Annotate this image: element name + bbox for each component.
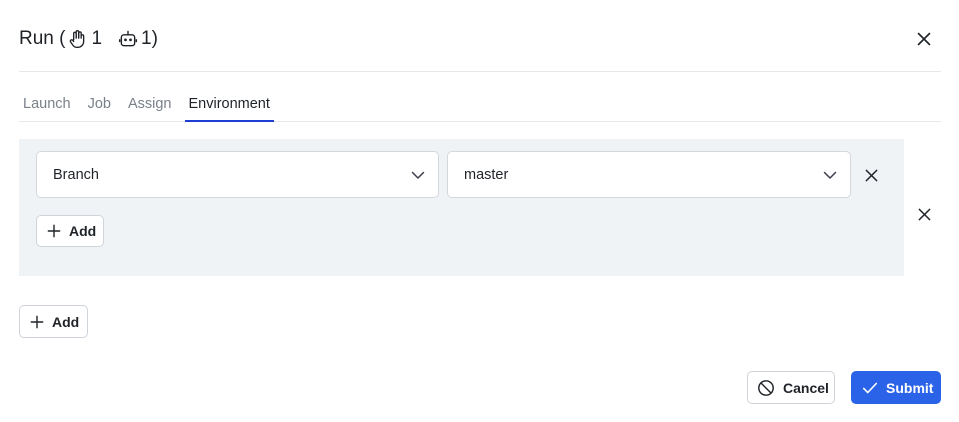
close-icon: [918, 208, 930, 220]
bot-count-group: 1 ): [118, 28, 158, 50]
cancel-label: Cancel: [783, 379, 829, 396]
tab-environment[interactable]: Environment: [184, 90, 275, 122]
environment-group: Branch master Add: [19, 139, 904, 276]
dialog-header: Run ( 1 1 ): [19, 24, 158, 54]
ban-icon: [758, 379, 774, 396]
title-prefix: Run (: [19, 28, 66, 49]
chevron-down-icon: [411, 171, 425, 179]
env-key-select[interactable]: Branch: [36, 151, 439, 198]
tab-bar: Launch Job Assign Environment: [19, 90, 941, 122]
plus-icon: [47, 224, 61, 238]
title-suffix: ): [151, 28, 158, 49]
remove-env-row-button[interactable]: [859, 163, 883, 187]
add-env-row-label: Add: [69, 223, 97, 239]
submit-label: Submit: [886, 379, 934, 396]
check-icon: [862, 382, 878, 393]
dialog-title: Run ( 1 1 ): [19, 28, 158, 50]
submit-button[interactable]: Submit: [851, 371, 941, 404]
remove-env-group-button[interactable]: [912, 202, 936, 226]
hand-icon: [70, 30, 85, 48]
add-env-row-button[interactable]: Add: [36, 215, 104, 247]
env-value-select[interactable]: master: [447, 151, 851, 198]
bot-count: 1: [141, 28, 152, 49]
cancel-button[interactable]: Cancel: [747, 371, 835, 404]
env-value-value: master: [464, 166, 509, 183]
close-icon: [917, 32, 931, 46]
close-icon: [865, 169, 877, 181]
header-divider: [19, 71, 941, 72]
env-key-value: Branch: [53, 166, 99, 183]
add-env-group-button[interactable]: Add: [19, 305, 88, 338]
add-env-group-label: Add: [52, 313, 80, 330]
manual-count: 1: [91, 28, 103, 49]
manual-count-group: 1: [67, 28, 102, 50]
tab-assign[interactable]: Assign: [124, 90, 176, 121]
tab-job[interactable]: Job: [84, 90, 115, 121]
close-dialog-button[interactable]: [912, 27, 936, 51]
chevron-down-icon: [823, 171, 837, 179]
tab-launch[interactable]: Launch: [19, 90, 75, 121]
robot-icon: [119, 30, 138, 47]
plus-icon: [30, 315, 44, 328]
